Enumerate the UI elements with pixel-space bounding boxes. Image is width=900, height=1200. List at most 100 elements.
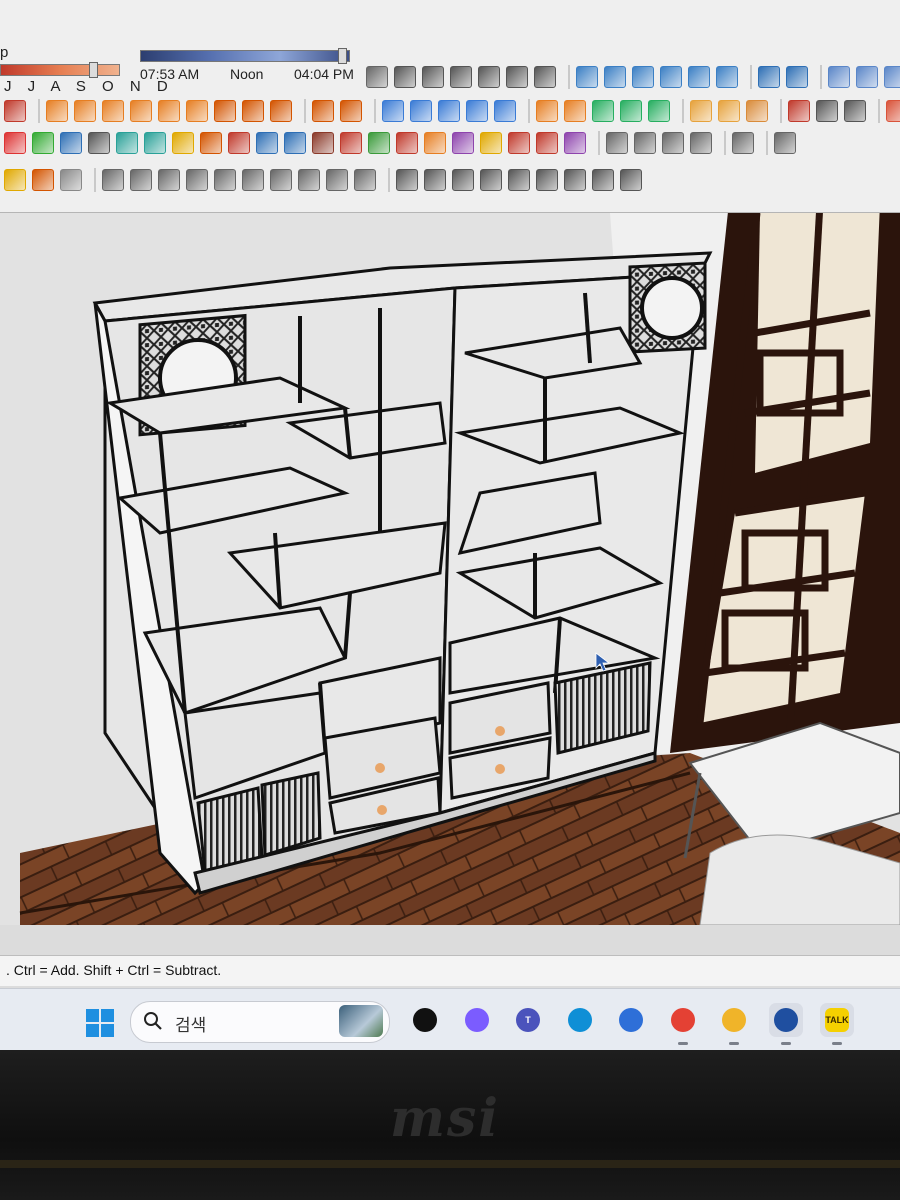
cube-outline-icon[interactable] [366, 66, 388, 88]
scale-yellow-icon[interactable] [480, 132, 502, 154]
cube-small-icon[interactable] [606, 132, 628, 154]
file-explorer-app-icon[interactable] [717, 1003, 751, 1045]
leaf-icon[interactable] [368, 132, 390, 154]
edit-icon[interactable] [270, 169, 292, 191]
edge-app-icon[interactable] [563, 1003, 597, 1037]
taskbar-search[interactable]: 검색 [130, 1001, 390, 1043]
globe-icon[interactable] [758, 66, 780, 88]
grid-orange-icon[interactable] [690, 100, 712, 122]
align-top-icon[interactable] [660, 66, 682, 88]
box-tool-icon[interactable] [186, 100, 208, 122]
rect-icon[interactable] [74, 100, 96, 122]
move-icon[interactable] [312, 100, 334, 122]
grid-icon[interactable] [786, 66, 808, 88]
panel-icon[interactable] [242, 169, 264, 191]
curve-icon[interactable] [816, 100, 838, 122]
component-icon[interactable] [394, 66, 416, 88]
orbit-icon[interactable] [774, 132, 796, 154]
offset-icon[interactable] [270, 100, 292, 122]
push-pull-icon[interactable] [214, 100, 236, 122]
shadow-time-slider[interactable] [140, 48, 350, 64]
texture-icon[interactable] [480, 169, 502, 191]
square-icon[interactable] [534, 66, 556, 88]
tag-icon[interactable] [214, 169, 236, 191]
tape-icon[interactable] [438, 100, 460, 122]
taper-icon[interactable] [564, 132, 586, 154]
eye-icon[interactable] [326, 169, 348, 191]
box-icon[interactable] [422, 66, 444, 88]
checker-icon[interactable] [424, 169, 446, 191]
bowl-icon[interactable] [396, 169, 418, 191]
search-highlight-image[interactable] [339, 1005, 383, 1037]
sphere-icon[interactable] [662, 132, 684, 154]
align-right-icon[interactable] [632, 66, 654, 88]
model-viewport[interactable] [0, 213, 900, 925]
scale-orange-icon[interactable] [424, 132, 446, 154]
rotate-red-icon[interactable] [228, 132, 250, 154]
box-brown-icon[interactable] [312, 132, 334, 154]
house-icon[interactable] [506, 66, 528, 88]
copilot-app-icon[interactable] [460, 1003, 494, 1037]
table-grid-icon[interactable] [298, 169, 320, 191]
terminal-app-icon[interactable] [408, 1003, 442, 1037]
tree-icon[interactable] [144, 132, 166, 154]
cube-grid-icon[interactable] [634, 132, 656, 154]
follow-me-icon[interactable] [242, 100, 264, 122]
diag-icon[interactable] [452, 169, 474, 191]
cube-uv-icon[interactable] [620, 169, 642, 191]
dome-icon[interactable] [32, 169, 54, 191]
shape-icon[interactable] [4, 100, 26, 122]
solid-trim-icon[interactable] [620, 100, 642, 122]
sphere-map-icon[interactable] [564, 169, 586, 191]
globe-map-icon[interactable] [592, 169, 614, 191]
magnet-icon[interactable] [340, 132, 362, 154]
sun-icon[interactable] [4, 169, 26, 191]
scale-red-icon[interactable] [396, 132, 418, 154]
section-icon[interactable] [494, 100, 516, 122]
arc-icon[interactable] [158, 100, 180, 122]
qr-icon[interactable] [844, 100, 866, 122]
kakaotalk-app-icon[interactable]: TALK [820, 1003, 854, 1045]
paint-icon[interactable] [382, 100, 404, 122]
door-icon[interactable] [450, 66, 472, 88]
flip-icon[interactable] [884, 66, 900, 88]
cube-red-icon[interactable] [886, 100, 900, 122]
plus-green-icon[interactable] [32, 132, 54, 154]
circle-icon[interactable] [102, 100, 124, 122]
shadow-date-slider[interactable] [0, 62, 120, 78]
wave-icon[interactable] [186, 169, 208, 191]
layers-icon[interactable] [354, 169, 376, 191]
twist-icon[interactable] [536, 132, 558, 154]
align-icon[interactable] [576, 66, 598, 88]
polygon-icon[interactable] [130, 100, 152, 122]
texture-box-icon[interactable] [508, 169, 530, 191]
table-icon[interactable] [478, 66, 500, 88]
iron-icon[interactable] [102, 169, 124, 191]
date-slider-thumb[interactable] [89, 62, 98, 78]
protractor-icon[interactable] [466, 100, 488, 122]
texture-cube-icon[interactable] [536, 169, 558, 191]
ring-icon[interactable] [690, 132, 712, 154]
cube-solid-icon[interactable] [158, 169, 180, 191]
rotate-blue-icon[interactable] [256, 132, 278, 154]
eraser-icon[interactable] [410, 100, 432, 122]
cube-light-icon[interactable] [60, 169, 82, 191]
teams-app-icon[interactable]: T [511, 1003, 545, 1037]
points-icon[interactable] [88, 132, 110, 154]
sketchup-app-icon[interactable] [768, 1003, 803, 1045]
store-app-icon[interactable] [614, 1003, 648, 1037]
scale-purple-icon[interactable] [452, 132, 474, 154]
warning-icon[interactable] [172, 132, 194, 154]
rotate-icon[interactable] [856, 66, 878, 88]
time-slider-thumb[interactable] [338, 48, 347, 64]
windows-start-icon[interactable] [86, 1009, 114, 1037]
solid-subtract-icon[interactable] [564, 100, 586, 122]
transform-icon[interactable] [828, 66, 850, 88]
3d-model-canvas[interactable] [0, 213, 900, 925]
move-arrows-icon[interactable] [284, 132, 306, 154]
scale-icon[interactable] [340, 100, 362, 122]
grid-tan-icon[interactable] [746, 100, 768, 122]
rotate-orange-icon[interactable] [200, 132, 222, 154]
dots-icon[interactable] [788, 100, 810, 122]
align-left-icon[interactable] [604, 66, 626, 88]
